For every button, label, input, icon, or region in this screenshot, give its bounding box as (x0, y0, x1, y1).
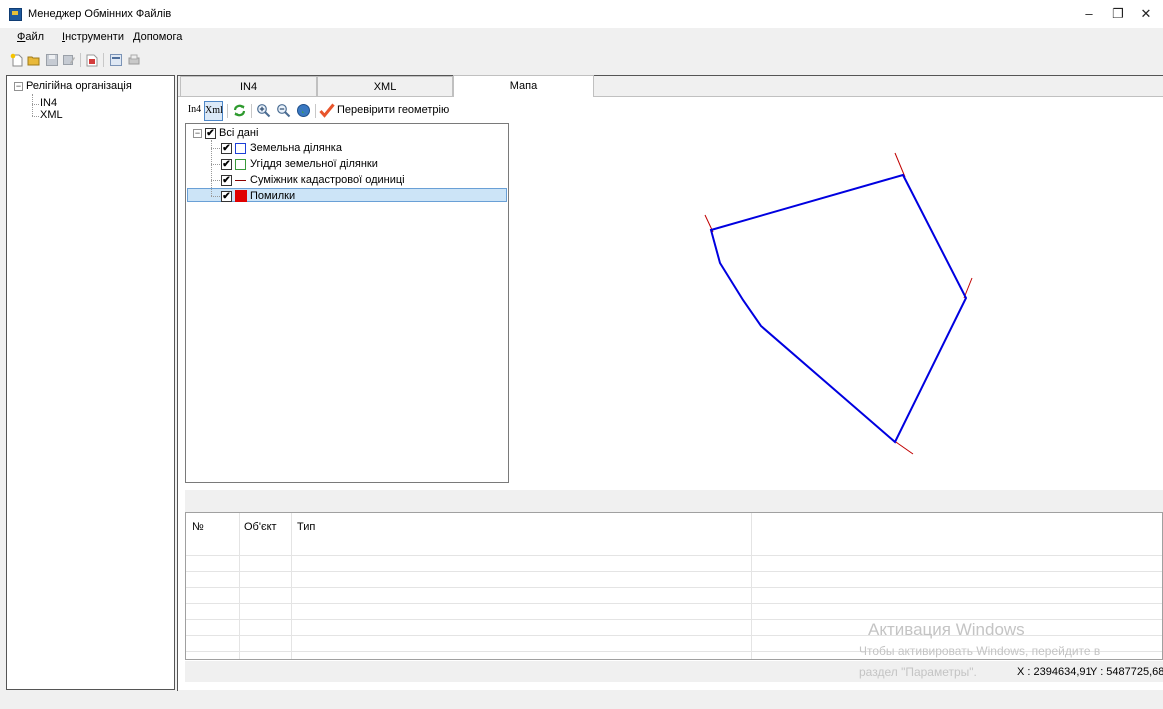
tree-line (211, 196, 220, 197)
layer-checkbox-parcel[interactable]: ✔ (221, 143, 232, 154)
activation-watermark-title: Активация Windows (868, 620, 1025, 639)
menu-file[interactable]: Файл (17, 31, 44, 43)
save-as-icon[interactable] (62, 53, 76, 67)
layer-label-errors[interactable]: Помилки (250, 190, 295, 202)
panel-splitter[interactable] (185, 490, 1163, 512)
check-geometry-icon[interactable] (319, 103, 335, 118)
check-geometry-button[interactable]: Перевірити геометрію (337, 104, 449, 116)
menu-tools[interactable]: Інструменти (62, 31, 124, 43)
title-bar: Менеджер Обмінних Файлів – ❐ ✕ (0, 0, 1163, 28)
map-canvas[interactable] (510, 120, 1160, 490)
tree-line (211, 164, 220, 165)
grid-column-line (291, 513, 292, 659)
activation-watermark-line2: раздел "Параметры". (859, 665, 977, 679)
grid-row-line (186, 603, 1162, 604)
tree-line (211, 180, 220, 181)
main-toolbar (0, 48, 1163, 72)
layer-label-adjacent[interactable]: Суміжник кадастрової одиниці (250, 174, 405, 186)
tree-item-in4[interactable]: IN4 (40, 97, 57, 109)
column-header-object[interactable]: Об'єкт (244, 521, 277, 533)
app-icon (9, 8, 22, 21)
refresh-icon[interactable] (232, 103, 247, 118)
activation-watermark-line1: Чтобы активировать Windows, перейдите в (859, 644, 1101, 658)
menu-bar: Файл Інструменти Допомога (0, 28, 1163, 48)
tree-root-label[interactable]: Релігійна організація (26, 80, 132, 92)
tab-map[interactable]: Мапа (453, 75, 594, 97)
close-button[interactable]: ✕ (1132, 4, 1160, 24)
project-tree: − Релігійна організація IN4 XML (6, 75, 175, 690)
grid-column-line (751, 513, 752, 659)
layer-swatch-adjacent (235, 180, 246, 181)
layer-tree-expander[interactable]: − (193, 129, 202, 138)
coordinate-x: X : 2394634,91 (1017, 666, 1092, 678)
new-icon[interactable] (10, 53, 24, 67)
layer-checkbox-land-use[interactable]: ✔ (221, 159, 232, 170)
layer-swatch-parcel (235, 143, 246, 154)
tree-expander[interactable]: − (14, 82, 23, 91)
toolbar-separator (251, 104, 252, 118)
window-status-bar (0, 691, 1163, 709)
toolbar-separator (315, 104, 316, 118)
save-icon[interactable] (45, 53, 59, 67)
in4-view-button[interactable]: In4 (186, 101, 203, 121)
layer-swatch-errors (235, 190, 247, 202)
layer-label-land-use[interactable]: Угіддя земельної ділянки (250, 158, 378, 170)
toolbar-separator (80, 53, 81, 67)
layer-checkbox-adjacent[interactable]: ✔ (221, 175, 232, 186)
open-icon[interactable] (27, 53, 41, 67)
tree-line (32, 94, 33, 116)
grid-row-line (186, 555, 1162, 556)
layer-label-parcel[interactable]: Земельна ділянка (250, 142, 342, 154)
layer-root-checkbox[interactable]: ✔ (205, 128, 216, 139)
coordinate-y: Y : 5487725,68 (1090, 666, 1163, 678)
adjacent-tick (894, 152, 906, 178)
window-title: Менеджер Обмінних Файлів (28, 8, 172, 20)
toolbar-separator (103, 53, 104, 67)
restore-button[interactable]: ❐ (1104, 4, 1132, 24)
tab-xml[interactable]: XML (317, 76, 453, 96)
land-parcel-polygon[interactable] (709, 173, 968, 444)
tree-item-xml[interactable]: XML (40, 109, 63, 121)
tree-line (32, 104, 39, 105)
tree-line (211, 148, 220, 149)
grid-row-line (186, 571, 1162, 572)
menu-help[interactable]: Допомога (133, 31, 182, 43)
zoom-in-icon[interactable] (256, 103, 271, 118)
grid-column-line (239, 513, 240, 659)
layer-swatch-land-use (235, 159, 246, 170)
print-icon[interactable] (127, 53, 141, 67)
layer-root-label[interactable]: Всі дані (219, 127, 258, 139)
xml-view-button[interactable]: Xml (204, 101, 223, 121)
export-icon[interactable] (109, 53, 123, 67)
minimize-button[interactable]: – (1075, 4, 1103, 24)
zoom-out-icon[interactable] (276, 103, 291, 118)
toolbar-separator (227, 104, 228, 118)
validate-icon[interactable] (85, 53, 99, 67)
column-header-type[interactable]: Тип (297, 521, 315, 533)
layer-checkbox-errors[interactable]: ✔ (221, 191, 232, 202)
tab-in4[interactable]: IN4 (180, 76, 317, 96)
tree-line (32, 116, 39, 117)
grid-row-line (186, 587, 1162, 588)
globe-icon[interactable] (296, 103, 311, 118)
column-header-number[interactable]: № (192, 521, 204, 533)
